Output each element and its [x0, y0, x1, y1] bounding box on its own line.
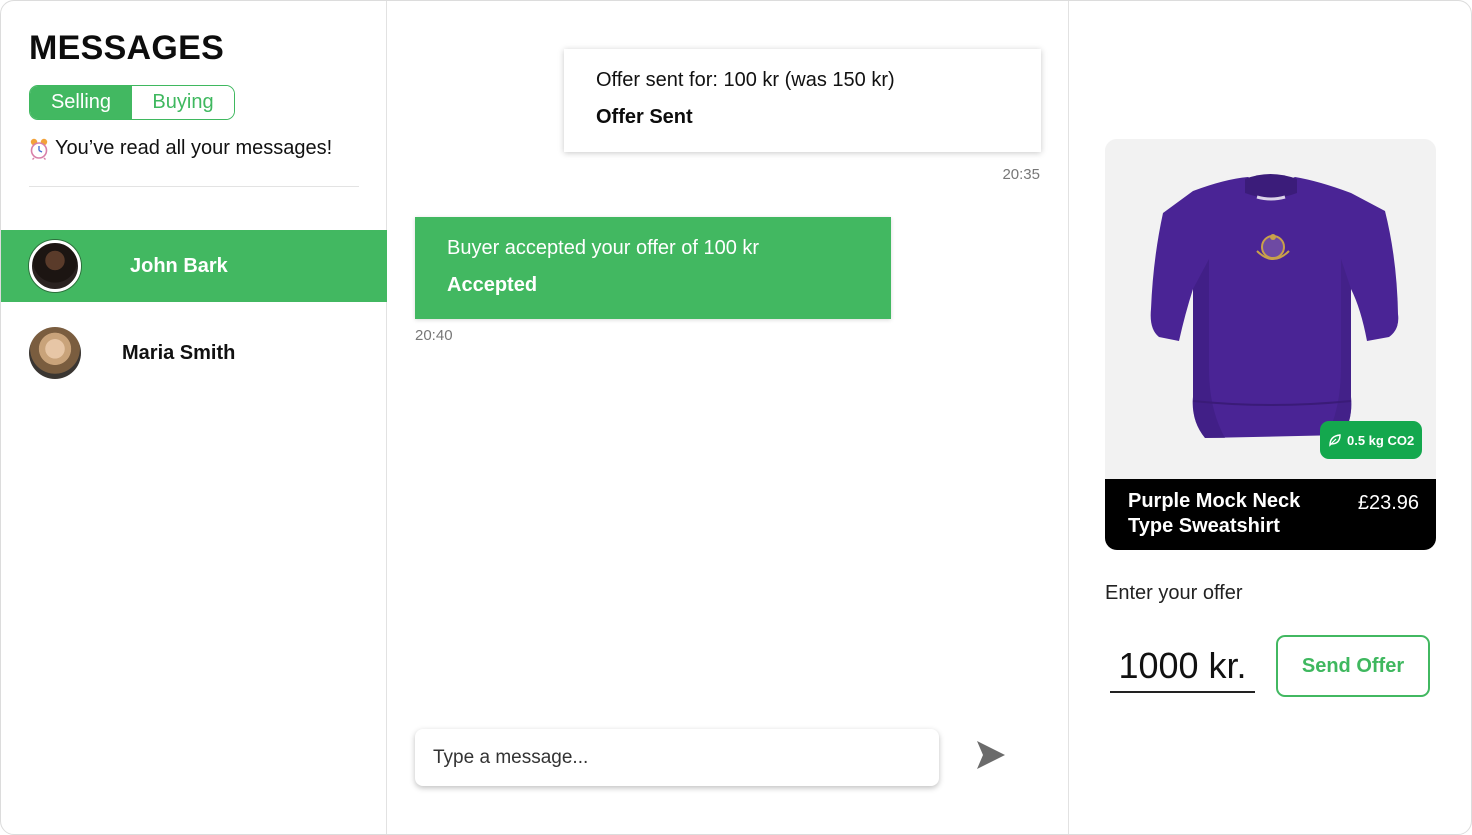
contact-item-john-bark[interactable]: John Bark: [1, 230, 387, 302]
contact-name: John Bark: [130, 254, 228, 277]
alarm-clock-icon: [30, 138, 48, 160]
product-info-bar: Purple Mock Neck Type Sweatshirt £23.96: [1105, 479, 1436, 550]
message-text: Buyer accepted your offer of 100 kr: [447, 237, 760, 259]
contact-name: Maria Smith: [122, 341, 236, 364]
message-timestamp: 20:35: [1002, 166, 1040, 183]
co2-badge-text: 0.5 kg CO2: [1347, 432, 1415, 448]
sidebar-divider: [29, 186, 359, 187]
product-panel: 0.5 kg CO2 Purple Mock Neck Type Sweatsh…: [1069, 1, 1471, 834]
product-price: £23.96: [1357, 492, 1419, 514]
contact-item-maria-smith[interactable]: Maria Smith: [1, 317, 387, 389]
tab-selling[interactable]: Selling: [30, 86, 132, 119]
co2-badge: 0.5 kg CO2: [1320, 421, 1423, 459]
product-image-area: 0.5 kg CO2: [1105, 139, 1436, 479]
offer-label: Enter your offer: [1105, 582, 1243, 604]
all-read-text: You’ve read all your messages!: [55, 137, 333, 159]
sidebar: MESSAGES Selling Buying You’ve read all …: [1, 1, 387, 834]
message-bubble-incoming: Buyer accepted your offer of 100 kr Acce…: [415, 217, 891, 319]
all-read-notice: You’ve read all your messages!: [29, 137, 332, 160]
product-title: Purple Mock Neck Type Sweatshirt: [1128, 490, 1301, 537]
chat-pane: Offer sent for: 100 kr (was 150 kr) Offe…: [387, 1, 1069, 834]
message-bubble-outgoing: Offer sent for: 100 kr (was 150 kr) Offe…: [564, 49, 1041, 152]
product-card[interactable]: 0.5 kg CO2 Purple Mock Neck Type Sweatsh…: [1105, 139, 1436, 550]
message-timestamp: 20:40: [415, 327, 453, 344]
message-input[interactable]: [415, 729, 939, 786]
avatar: [29, 240, 81, 292]
avatar: [29, 327, 81, 379]
tab-buying[interactable]: Buying: [132, 86, 234, 119]
selling-buying-toggle: Selling Buying: [29, 85, 235, 120]
message-text: Offer sent for: 100 kr (was 150 kr): [596, 69, 895, 91]
send-arrow-icon[interactable]: [975, 739, 1007, 771]
app-window: MESSAGES Selling Buying You’ve read all …: [0, 0, 1472, 835]
offer-amount-input[interactable]: [1110, 641, 1255, 693]
message-status: Accepted: [447, 274, 538, 296]
leaf-icon: [1329, 434, 1341, 447]
page-title: MESSAGES: [29, 29, 225, 67]
send-offer-button[interactable]: Send Offer: [1276, 635, 1430, 697]
message-status: Offer Sent: [596, 106, 693, 128]
